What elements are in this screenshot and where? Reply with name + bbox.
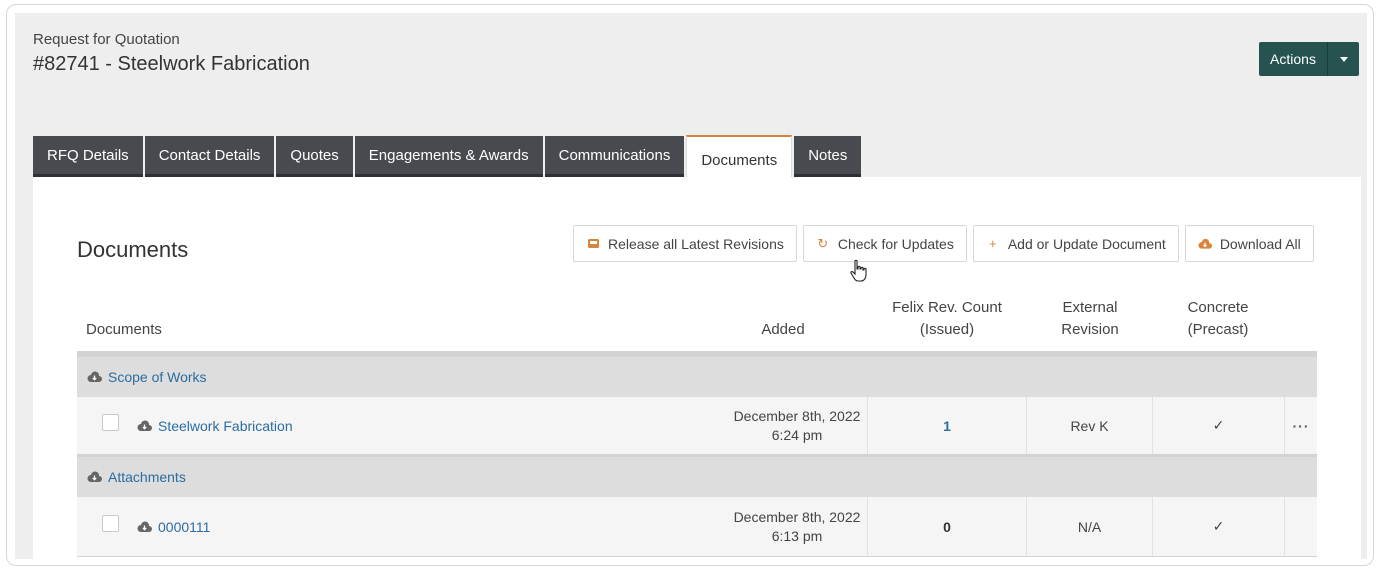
group-row-attachments: Attachments: [77, 457, 1317, 497]
col-external-line1: External: [1062, 299, 1118, 316]
added-date: December 8th, 2022: [733, 407, 861, 424]
cloud-download-icon[interactable]: [137, 419, 152, 432]
tab-engagements-awards[interactable]: Engagements & Awards: [354, 136, 543, 177]
col-concrete-precast[interactable]: Concrete (Precast): [1153, 297, 1283, 341]
add-label: Add or Update Document: [1007, 235, 1166, 252]
tab-contact-details[interactable]: Contact Details: [144, 136, 275, 177]
actions-dropdown[interactable]: Actions: [1259, 42, 1359, 76]
caret-down-icon: [1339, 56, 1348, 62]
added-cell: December 8th, 2022 6:24 pm: [707, 397, 887, 454]
document-name-cell: 0000111: [137, 497, 210, 556]
release-latest-revisions-button[interactable]: Release all Latest Revisions: [573, 225, 797, 262]
actions-caret-button[interactable]: [1327, 42, 1359, 76]
cloud-download-icon[interactable]: [87, 471, 102, 483]
col-concrete-line2: (Precast): [1187, 321, 1249, 338]
check-for-updates-button[interactable]: ↻ Check for Updates: [802, 225, 967, 262]
added-time: 6:24 pm: [771, 426, 823, 443]
cloud-download-icon[interactable]: [137, 520, 152, 533]
inbox-icon: [586, 237, 600, 250]
tab-communications[interactable]: Communications: [544, 136, 685, 177]
row-checkbox-cell: [101, 497, 119, 556]
col-concrete-line1: Concrete: [1187, 299, 1249, 316]
row-checkbox[interactable]: [101, 515, 119, 532]
external-revision-cell: N/A: [1027, 497, 1153, 556]
added-date: December 8th, 2022: [733, 508, 861, 525]
col-felix-line2: (Issued): [919, 321, 975, 338]
plus-icon: +: [989, 236, 997, 251]
table-header: Documents Added Felix Rev. Count (Issued…: [77, 285, 1317, 357]
window-frame: Request for Quotation #82741 - Steelwork…: [6, 4, 1374, 566]
group-link[interactable]: Scope of Works: [108, 369, 207, 385]
release-label: Release all Latest Revisions: [608, 235, 784, 252]
tab-bar: RFQ Details Contact Details Quotes Engag…: [33, 135, 862, 179]
more-options-cell: [1285, 497, 1317, 556]
documents-table: Documents Added Felix Rev. Count (Issued…: [77, 285, 1317, 557]
documents-panel: Documents Release all Latest Revisions ↻…: [33, 177, 1361, 559]
row-checkbox[interactable]: [101, 414, 119, 431]
actions-button[interactable]: Actions: [1259, 42, 1327, 76]
table-row: Steelwork Fabrication December 8th, 2022…: [77, 397, 1317, 457]
document-link[interactable]: 0000111: [158, 519, 210, 535]
check-label: Check for Updates: [837, 235, 954, 252]
group-row-scope-of-works: Scope of Works: [77, 357, 1317, 397]
added-cell: December 8th, 2022 6:13 pm: [707, 497, 887, 556]
page-title: #82741 - Steelwork Fabrication: [33, 53, 310, 75]
external-revision-cell: Rev K: [1027, 397, 1153, 454]
tab-rfq-details[interactable]: RFQ Details: [33, 136, 143, 177]
tab-notes[interactable]: Notes: [794, 136, 862, 177]
checkmark-icon: ✓: [1153, 497, 1285, 556]
add-update-document-button[interactable]: + Add or Update Document: [972, 225, 1179, 262]
cloud-download-icon: [1198, 238, 1212, 250]
checkmark-icon: ✓: [1153, 397, 1285, 454]
group-link[interactable]: Attachments: [108, 469, 186, 485]
page-subtitle: Request for Quotation: [33, 31, 180, 48]
col-external-revision[interactable]: External Revision: [1027, 297, 1153, 341]
page: Request for Quotation #82741 - Steelwork…: [15, 13, 1367, 559]
document-link[interactable]: Steelwork Fabrication: [158, 418, 293, 434]
documents-toolbar: Release all Latest Revisions ↻ Check for…: [573, 225, 1314, 262]
felix-rev-count-link[interactable]: 1: [867, 397, 1027, 454]
tab-quotes[interactable]: Quotes: [276, 136, 353, 177]
col-external-line2: Revision: [1061, 321, 1119, 338]
row-checkbox-cell: [101, 397, 119, 454]
added-time: 6:13 pm: [771, 527, 823, 544]
download-label: Download All: [1219, 235, 1301, 252]
col-added[interactable]: Added: [743, 319, 823, 341]
document-name-cell: Steelwork Fabrication: [137, 397, 293, 454]
table-row: 0000111 December 8th, 2022 6:13 pm 0 N/A…: [77, 497, 1317, 557]
tab-documents[interactable]: Documents: [686, 135, 793, 179]
col-felix-line1: Felix Rev. Count: [892, 299, 1002, 316]
cloud-download-icon[interactable]: [87, 371, 102, 383]
download-all-button[interactable]: Download All: [1184, 225, 1314, 262]
felix-rev-count: 0: [867, 497, 1027, 556]
col-felix-rev-count[interactable]: Felix Rev. Count (Issued): [867, 297, 1027, 341]
panel-title: Documents: [77, 237, 189, 262]
more-options-icon[interactable]: ···: [1285, 397, 1317, 454]
refresh-icon: ↻: [817, 235, 829, 251]
col-documents[interactable]: Documents: [86, 319, 162, 341]
